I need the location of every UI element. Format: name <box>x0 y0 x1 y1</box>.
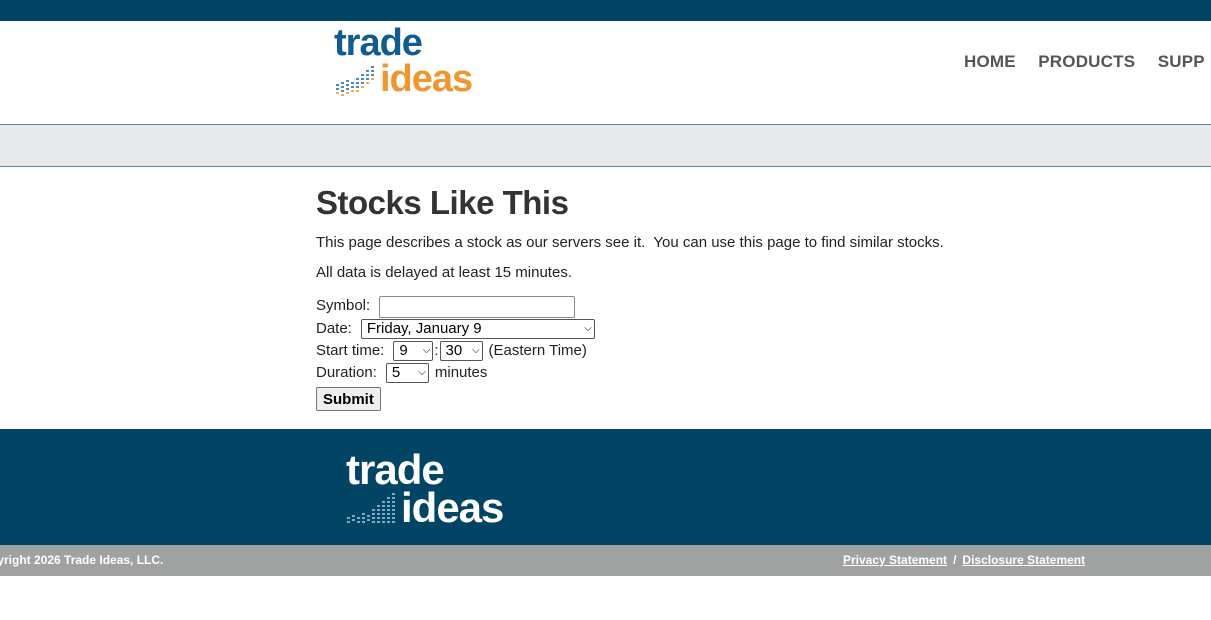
start-minute-value: 30 <box>445 342 463 359</box>
duration-row: Duration: 5 ⌵ minutes <box>316 362 1116 384</box>
main-nav: HOME PRODUCTS SUPP <box>964 52 1211 72</box>
stock-search-form: Symbol: Date: Friday, January 9 ⌵ Start … <box>316 293 1116 411</box>
site-footer: trade ideas <box>0 429 1211 545</box>
legal-bar: Copyright 2026 Trade Ideas, LLC. Privacy… <box>0 545 1211 576</box>
logo-word-trade: trade <box>334 22 423 64</box>
start-time-row: Start time: 9 ⌵ : 30 ⌵ (Eastern Time) <box>316 340 1116 362</box>
chevron-down-icon: ⌵ <box>584 323 592 334</box>
nav-home[interactable]: HOME <box>964 52 1016 72</box>
footer-logo[interactable]: trade ideas <box>345 449 525 531</box>
top-accent-bar <box>0 0 1211 21</box>
start-minute-select[interactable]: 30 ⌵ <box>439 341 483 361</box>
logo-bars-graphic <box>336 66 374 96</box>
date-select[interactable]: Friday, January 9 ⌵ <box>360 319 595 339</box>
symbol-row: Symbol: <box>316 293 1116 318</box>
chevron-down-icon: ⌵ <box>422 345 431 356</box>
submit-button[interactable]: Submit <box>316 387 381 411</box>
nav-support[interactable]: SUPP <box>1158 52 1205 72</box>
timezone-note: (Eastern Time) <box>488 342 587 359</box>
privacy-statement-link[interactable]: Privacy Statement <box>843 553 947 567</box>
start-hour-select[interactable]: 9 ⌵ <box>393 341 434 361</box>
start-time-label: Start time: <box>316 342 385 359</box>
chevron-down-icon: ⌵ <box>471 345 480 356</box>
site-header: trade ideas HOME PRODUCTS SUPP <box>0 21 1211 124</box>
chevron-down-icon: ⌵ <box>418 367 426 378</box>
duration-value: 5 <box>391 364 401 381</box>
time-colon: : <box>434 342 439 359</box>
legal-links: Privacy Statement / Disclosure Statement <box>843 553 1085 567</box>
disclosure-statement-link[interactable]: Disclosure Statement <box>962 553 1085 567</box>
intro-text: This page describes a stock as our serve… <box>316 234 944 251</box>
nav-products[interactable]: PRODUCTS <box>1038 52 1135 72</box>
trade-ideas-logo[interactable]: trade ideas <box>334 22 494 106</box>
delay-note: All data is delayed at least 15 minutes. <box>316 264 572 281</box>
date-row: Date: Friday, January 9 ⌵ <box>316 318 1116 340</box>
copyright-text: Copyright 2026 Trade Ideas, LLC. <box>0 553 164 567</box>
symbol-label: Symbol: <box>316 296 371 314</box>
duration-label: Duration: <box>316 364 377 381</box>
duration-select[interactable]: 5 ⌵ <box>385 363 429 383</box>
date-select-value: Friday, January 9 <box>366 320 482 337</box>
symbol-input[interactable] <box>379 295 576 318</box>
start-hour-value: 9 <box>399 342 408 359</box>
date-label: Date: <box>316 320 352 337</box>
main-content: Stocks Like This This page describes a s… <box>316 183 1116 411</box>
logo-word-ideas: ideas <box>380 58 473 100</box>
footer-logo-bars-graphic <box>347 493 395 523</box>
duration-unit: minutes <box>434 364 488 381</box>
page-title: Stocks Like This <box>316 184 569 221</box>
link-separator: / <box>953 553 957 567</box>
footer-logo-word-ideas: ideas <box>401 484 504 531</box>
sub-navigation-bar <box>0 124 1211 167</box>
